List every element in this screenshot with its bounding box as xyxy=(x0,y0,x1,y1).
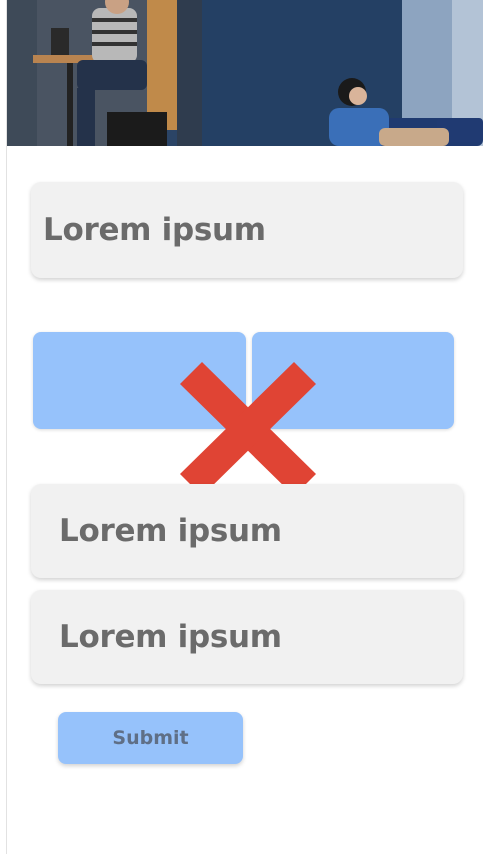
form-field-3[interactable]: Lorem ipsum xyxy=(31,590,463,684)
form-field-2-text: Lorem ipsum xyxy=(59,513,282,549)
form-field-1[interactable]: Lorem ipsum xyxy=(31,182,463,278)
form-field-1-text: Lorem ipsum xyxy=(43,212,266,248)
submit-button[interactable]: Submit xyxy=(58,712,243,764)
hero-image xyxy=(7,0,483,146)
close-icon xyxy=(180,362,316,496)
form-field-2[interactable]: Lorem ipsum xyxy=(31,484,463,578)
form-field-3-text: Lorem ipsum xyxy=(59,619,282,655)
